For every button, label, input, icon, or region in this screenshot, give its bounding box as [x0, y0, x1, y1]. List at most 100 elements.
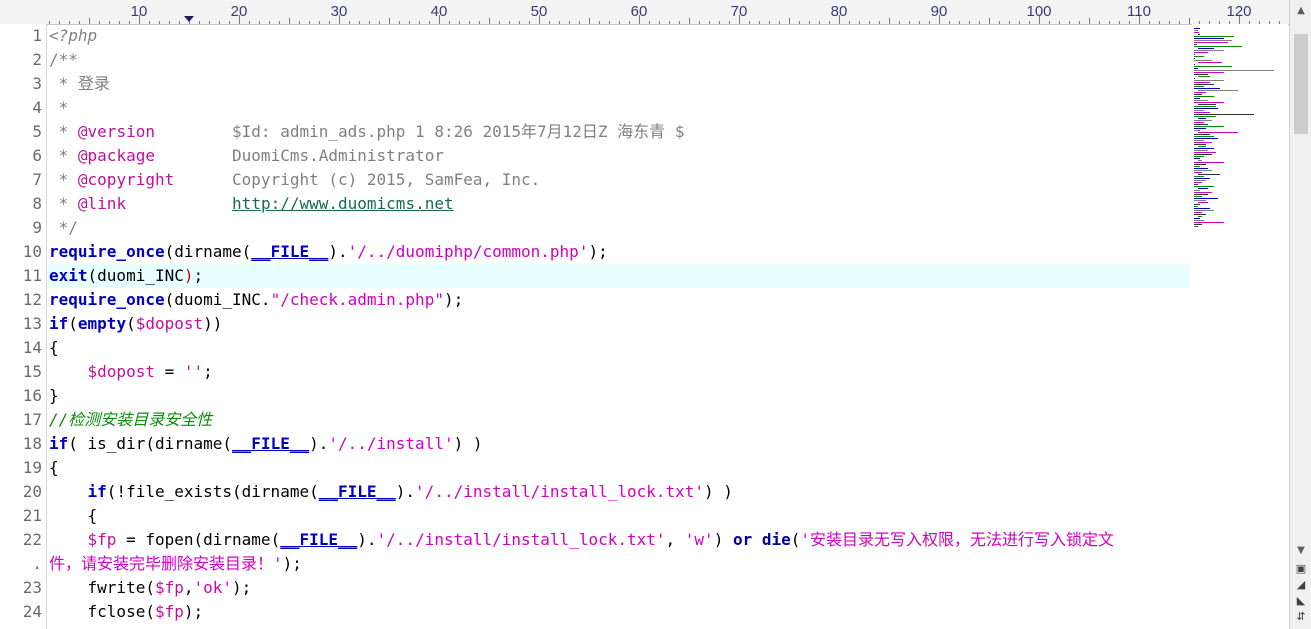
- minimap-line: [1194, 116, 1216, 117]
- ruler-label: 120: [1226, 3, 1252, 20]
- line-number: 18: [22, 434, 42, 453]
- minimap-line: [1194, 136, 1214, 137]
- minimap-line: [1194, 108, 1218, 109]
- scroll-down-icon[interactable]: ▼: [1293, 544, 1309, 558]
- line-number: 22: [22, 530, 42, 549]
- code-line-8: * @link http://www.duomicms.net: [49, 194, 454, 213]
- bookmark-icon[interactable]: ⇵: [1295, 611, 1307, 623]
- minimap-line: [1194, 80, 1224, 81]
- minimap-line: [1194, 86, 1204, 87]
- scrollbar-thumb[interactable]: [1294, 34, 1308, 134]
- line-number: 3: [32, 74, 42, 93]
- minimap-line: [1194, 38, 1224, 39]
- minimap-line: [1198, 76, 1210, 77]
- code-line-13: if(empty($dopost)): [49, 314, 223, 333]
- minimap-line: [1194, 96, 1214, 97]
- minimap-line: [1194, 162, 1224, 163]
- code-line-6: * @package DuomiCms.Administrator: [49, 146, 444, 165]
- ruler-label: 10: [130, 3, 148, 20]
- minimap-line: [1198, 202, 1208, 203]
- minimap-line: [1194, 200, 1206, 201]
- minimap-line: [1198, 174, 1220, 175]
- minimap-line: [1194, 94, 1202, 95]
- minimap-line: [1194, 140, 1204, 141]
- ruler-label: 30: [330, 3, 348, 20]
- code-line-24: fclose($fp);: [49, 602, 204, 621]
- line-number: 21: [22, 506, 42, 525]
- minimap-line: [1194, 134, 1210, 135]
- scroll-up-icon[interactable]: ▲: [1293, 4, 1309, 18]
- collapse-icon[interactable]: ◢: [1295, 579, 1307, 591]
- minimap-line: [1194, 102, 1224, 103]
- minimap-line: [1194, 74, 1208, 75]
- minimap-line: [1194, 28, 1200, 29]
- line-number: 12: [22, 290, 42, 309]
- line-number-gutter: 1 2 3 4 5 6 7 8 9 10 11 12 13 14 15 16 17 18 19 20 21 22. 23 24: [0, 24, 47, 629]
- code-editor[interactable]: <?php /** * 登录 * * @version $Id: admin_a…: [48, 24, 1190, 629]
- code-line-17: //检测安装目录安全性: [49, 410, 213, 429]
- code-line-22-wrap: 件，请安装完毕删除安装目录！');: [49, 554, 302, 573]
- minimap-line: [1194, 122, 1204, 123]
- code-line-7: * @copyright Copyright (c) 2015, SamFea,…: [49, 170, 541, 189]
- ruler-label: 80: [830, 3, 848, 20]
- minimap-line: [1194, 212, 1202, 213]
- ruler-label: 50: [530, 3, 548, 20]
- code-line-11: exit(duomi_INC);: [49, 266, 204, 285]
- minimap-line: [1198, 104, 1216, 105]
- minimap-line: [1194, 154, 1212, 155]
- code-line-3: * 登录: [49, 74, 110, 93]
- minimap-line: [1194, 68, 1198, 69]
- ruler-label: 60: [630, 3, 648, 20]
- minimap-line: [1194, 182, 1202, 183]
- line-number: .: [32, 554, 42, 573]
- minimap-line: [1194, 36, 1234, 37]
- minimap-line: [1194, 128, 1206, 129]
- minimap-line: [1194, 50, 1224, 51]
- minimap-line: [1198, 216, 1202, 217]
- minimap-line: [1194, 218, 1200, 219]
- code-line-12: require_once(duomi_INC."/check.admin.php…: [49, 290, 464, 309]
- minimap-line: [1194, 186, 1214, 187]
- doc-link[interactable]: http://www.duomicms.net: [232, 194, 454, 213]
- minimap-line: [1198, 48, 1214, 49]
- code-line-15: $dopost = '';: [87, 362, 213, 381]
- minimap-line: [1194, 110, 1204, 111]
- minimap-line: [1194, 92, 1206, 93]
- line-number: 9: [32, 218, 42, 237]
- code-line-14: {: [49, 338, 59, 357]
- minimap-line: [1194, 190, 1200, 191]
- minimap-line: [1198, 188, 1208, 189]
- minimap-line: [1194, 98, 1200, 99]
- vertical-scrollbar[interactable]: ▲ ▼ ▣ ◢ ◣ ⇵: [1289, 0, 1311, 629]
- minimap[interactable]: [1192, 24, 1288, 629]
- code-line-19: {: [49, 458, 59, 477]
- minimap-line: [1194, 70, 1274, 71]
- expand-icon[interactable]: ◣: [1295, 595, 1307, 607]
- minimap-line: [1194, 126, 1224, 127]
- split-view-icon[interactable]: ▣: [1295, 563, 1307, 575]
- minimap-line: [1194, 220, 1204, 221]
- line-number: 20: [22, 482, 42, 501]
- code-line-5: * @version $Id: admin_ads.php 1 8:26 201…: [49, 122, 685, 141]
- minimap-line: [1194, 152, 1216, 153]
- minimap-line: [1194, 112, 1210, 113]
- minimap-line: [1194, 194, 1208, 195]
- minimap-line: [1194, 208, 1210, 209]
- minimap-line: [1194, 120, 1212, 121]
- minimap-line: [1194, 180, 1206, 181]
- ruler-label: 110: [1127, 3, 1151, 20]
- line-number: 7: [32, 170, 42, 189]
- minimap-line: [1194, 168, 1208, 169]
- minimap-line: [1194, 32, 1199, 33]
- minimap-line: [1198, 62, 1222, 63]
- cursor-column-marker: [184, 16, 194, 22]
- minimap-line: [1194, 164, 1206, 165]
- minimap-line: [1194, 226, 1198, 227]
- minimap-line: [1198, 118, 1206, 119]
- minimap-line: [1194, 124, 1208, 125]
- line-number: 2: [32, 50, 42, 69]
- line-number: 10: [22, 242, 42, 261]
- code-line-4: *: [49, 98, 69, 117]
- line-number: 6: [32, 146, 42, 165]
- minimap-line: [1198, 146, 1206, 147]
